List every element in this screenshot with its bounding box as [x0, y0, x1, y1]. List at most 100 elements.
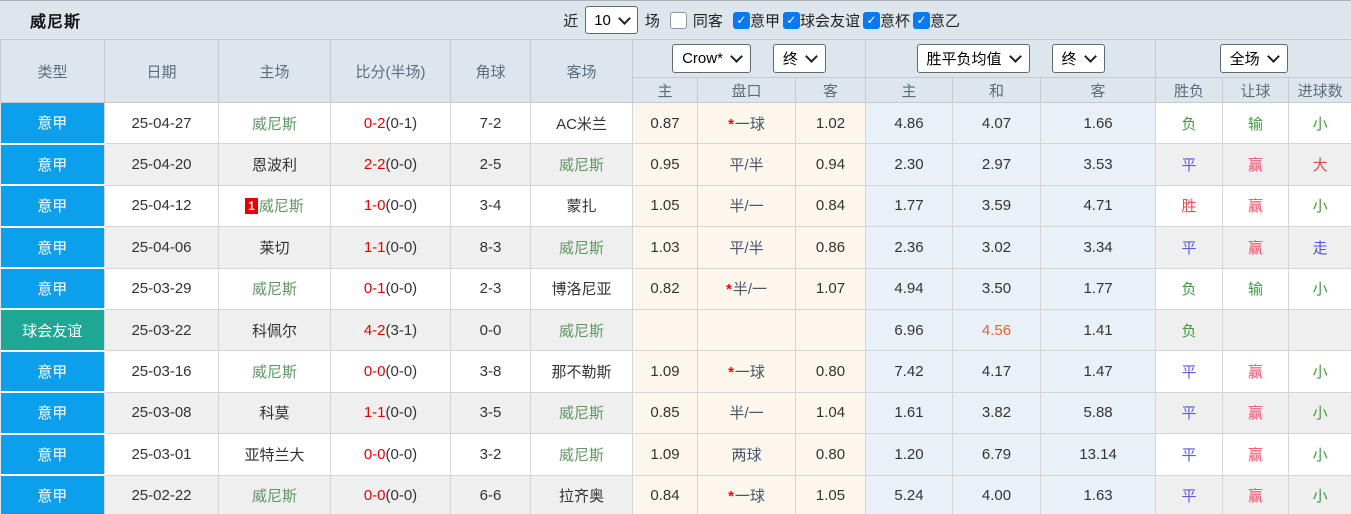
corner-cell: 3-8: [450, 350, 531, 393]
odds-home-cell: 1.09: [632, 433, 698, 476]
score-cell: 0-0(0-0): [330, 350, 451, 393]
matches-table: 类型 日期 主场 比分(半场) 角球 客场 Crow* 终 胜平负均值 终 全场…: [0, 39, 1351, 514]
same-away-checkbox[interactable]: [669, 11, 687, 29]
goals-result-cell: 大: [1288, 143, 1351, 186]
result-cell: 平: [1155, 474, 1224, 514]
league-cell: 意甲: [0, 474, 105, 514]
score-cell: 2-2(0-0): [330, 143, 451, 186]
avg-away-cell: 5.88: [1040, 391, 1157, 435]
score-full-time: 2-2: [363, 156, 386, 174]
filter-checkbox-1[interactable]: ✓: [782, 11, 800, 29]
home-team-cell: 1 威尼斯: [218, 184, 331, 228]
corner-cell: 3-5: [450, 391, 531, 435]
team-name[interactable]: 威尼斯: [259, 198, 304, 215]
avg-draw-cell: 4.07: [952, 101, 1042, 145]
company-select[interactable]: Crow*: [672, 44, 751, 73]
avg-draw-cell: 4.17: [952, 350, 1042, 393]
date-cell: 25-04-06: [104, 226, 219, 269]
company-final-select[interactable]: 终: [772, 44, 826, 73]
goals-result-cell: 小: [1288, 474, 1351, 514]
handicap-cell: 两球: [697, 433, 796, 476]
avg-home-cell: 4.94: [865, 267, 954, 310]
team-name[interactable]: 科佩尔: [252, 323, 297, 340]
team-name[interactable]: 威尼斯: [559, 405, 604, 422]
home-team-cell: 莱切: [218, 226, 331, 269]
avg-away-cell: 3.53: [1040, 143, 1157, 186]
odds-away-cell: 1.02: [794, 101, 867, 145]
date-cell: 25-02-22: [104, 474, 219, 514]
avg-away-cell: 1.63: [1040, 474, 1157, 514]
table-row: 意甲 25-03-01 亚特兰大 0-0(0-0) 3-2 威尼斯 1.09 两球 0.80 1.…: [0, 433, 1351, 477]
team-name[interactable]: 威尼斯: [559, 323, 604, 340]
avg-select[interactable]: 胜平负均值: [916, 44, 1030, 73]
col-header-corner: 角球: [450, 39, 531, 103]
team-name[interactable]: 亚特兰大: [244, 447, 304, 464]
subheader-avg-away: 客: [1040, 77, 1157, 103]
team-name[interactable]: 威尼斯: [252, 364, 297, 381]
team-name[interactable]: 拉齐奥: [559, 488, 604, 505]
spread-result-cell: 输: [1222, 101, 1290, 145]
spread-result-cell: 赢: [1222, 391, 1290, 435]
table-row: 意甲 25-02-22 威尼斯 0-0(0-0) 6-6 拉齐奥 0.84 *一球 1.05 5.…: [0, 474, 1351, 514]
filter-label-3: 意乙: [929, 12, 960, 30]
team-name[interactable]: 威尼斯: [559, 447, 604, 464]
score-half-time: (0-0): [385, 238, 418, 256]
team-name[interactable]: 科莫: [259, 405, 289, 422]
goals-result-cell: 小: [1288, 184, 1351, 228]
rank-badge: 1: [245, 198, 258, 215]
corner-cell: 6-6: [450, 474, 531, 514]
team-name[interactable]: 蒙扎: [566, 198, 596, 215]
away-team-cell: 威尼斯: [530, 226, 633, 269]
col-header-away: 客场: [530, 39, 633, 103]
table-row: 意甲 25-03-16 威尼斯 0-0(0-0) 3-8 那不勒斯 1.09 *一球 0.80 7…: [0, 350, 1351, 394]
team-name[interactable]: 威尼斯: [559, 240, 604, 257]
odds-away-cell: 1.05: [794, 474, 867, 514]
avg-away-cell: 1.66: [1040, 101, 1157, 145]
team-name[interactable]: 威尼斯: [252, 116, 297, 133]
scope-select[interactable]: 全场: [1219, 44, 1288, 73]
spread-result-cell: 赢: [1222, 184, 1290, 228]
league-cell: 意甲: [0, 184, 105, 228]
team-name[interactable]: AC米兰: [556, 116, 607, 133]
team-name[interactable]: 恩波利: [252, 157, 297, 174]
result-cell: 平: [1155, 143, 1224, 186]
away-team-cell: 威尼斯: [530, 143, 633, 186]
team-name[interactable]: 威尼斯: [252, 488, 297, 505]
star-icon: *: [725, 281, 732, 299]
odds-away-cell: 0.86: [794, 226, 867, 269]
subheader-odds-home: 主: [632, 77, 698, 103]
filter-checkbox-2[interactable]: ✓: [862, 11, 880, 29]
team-name[interactable]: 威尼斯: [559, 157, 604, 174]
avg-home-cell: 6.96: [865, 308, 954, 352]
table-row: 意甲 25-03-08 科莫 1-1(0-0) 3-5 威尼斯 0.85 半/一 1.04 1.6…: [0, 391, 1351, 435]
team-name[interactable]: 博洛尼亚: [551, 281, 611, 298]
table-row: 意甲 25-04-12 1 威尼斯 1-0(0-0) 3-4 蒙扎 1.05 半/一 0.84 1.…: [0, 184, 1351, 228]
star-icon: *: [728, 115, 734, 133]
team-name[interactable]: 威尼斯: [252, 281, 297, 298]
avg-away-cell: 3.34: [1040, 226, 1157, 269]
spread-result-cell: [1222, 308, 1290, 352]
filter-checkbox-0[interactable]: ✓: [732, 11, 750, 29]
results-header: 全场: [1155, 39, 1351, 78]
corner-cell: 0-0: [450, 308, 531, 352]
score-half-time: (0-0): [385, 487, 418, 505]
goals-result-cell: 小: [1288, 391, 1351, 435]
star-icon: *: [728, 364, 734, 382]
result-cell: 平: [1155, 433, 1224, 476]
corner-cell: 7-2: [450, 101, 531, 145]
league-cell: 意甲: [0, 350, 105, 394]
recent-count-select[interactable]: 10: [585, 6, 638, 34]
avg-final-select[interactable]: 终: [1051, 44, 1105, 73]
team-name[interactable]: 莱切: [259, 240, 289, 257]
filter-checkbox-3[interactable]: ✓: [912, 11, 930, 29]
chevron-down-icon: [730, 50, 743, 63]
handicap-cell: 半/一: [697, 184, 796, 228]
score-half-time: (3-1): [385, 321, 418, 339]
team-name[interactable]: 那不勒斯: [551, 364, 611, 381]
avg-home-cell: 1.77: [865, 184, 954, 228]
filter-label-0: 意甲: [749, 12, 780, 30]
goals-result-cell: 小: [1288, 101, 1351, 145]
odds-home-cell: [632, 308, 698, 352]
league-cell: 意甲: [0, 433, 105, 477]
league-filter-group: ✓ 意甲 ✓ 球会友谊 ✓ 意杯 ✓ 意乙: [732, 10, 963, 31]
